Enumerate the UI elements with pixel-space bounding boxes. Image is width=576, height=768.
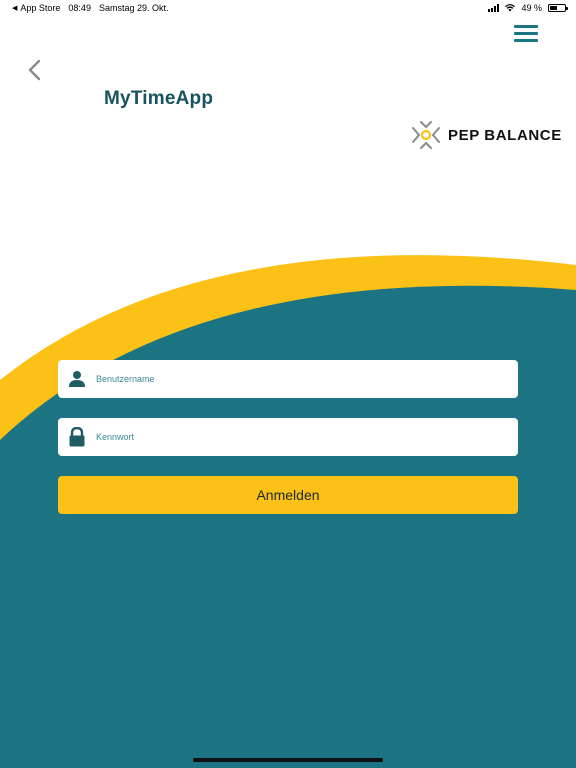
menu-button[interactable]	[512, 22, 540, 44]
pep-balance-logo-icon	[412, 121, 440, 149]
username-field[interactable]	[58, 360, 518, 398]
back-to-app-label[interactable]: App Store	[20, 3, 60, 13]
password-input[interactable]	[96, 432, 518, 442]
hamburger-menu-icon	[514, 32, 538, 35]
hamburger-menu-icon	[514, 39, 538, 42]
back-button[interactable]	[22, 56, 46, 84]
user-icon	[58, 370, 96, 388]
chevron-left-icon	[28, 59, 41, 81]
cellular-signal-icon	[488, 4, 500, 12]
password-field[interactable]	[58, 418, 518, 456]
status-bar: ◀ App Store 08:49 Samstag 29. Okt. 49 %	[0, 0, 576, 16]
app-title: MyTimeApp	[104, 88, 214, 109]
brand-name: PEP BALANCE	[448, 126, 562, 144]
lock-icon	[58, 427, 96, 447]
username-input[interactable]	[96, 374, 518, 384]
back-to-app-icon[interactable]: ◀	[12, 4, 17, 12]
login-button[interactable]: Anmelden	[58, 476, 518, 514]
wifi-icon	[505, 4, 516, 12]
battery-icon	[548, 4, 568, 12]
status-date: Samstag 29. Okt.	[98, 3, 169, 13]
battery-level	[550, 6, 557, 10]
battery-percentage: 49 %	[521, 3, 542, 13]
pep-balance-logo: PEP BALANCE	[410, 120, 562, 150]
hamburger-menu-icon	[514, 25, 538, 28]
status-time: 08:49	[68, 3, 91, 13]
home-indicator[interactable]	[193, 758, 383, 762]
